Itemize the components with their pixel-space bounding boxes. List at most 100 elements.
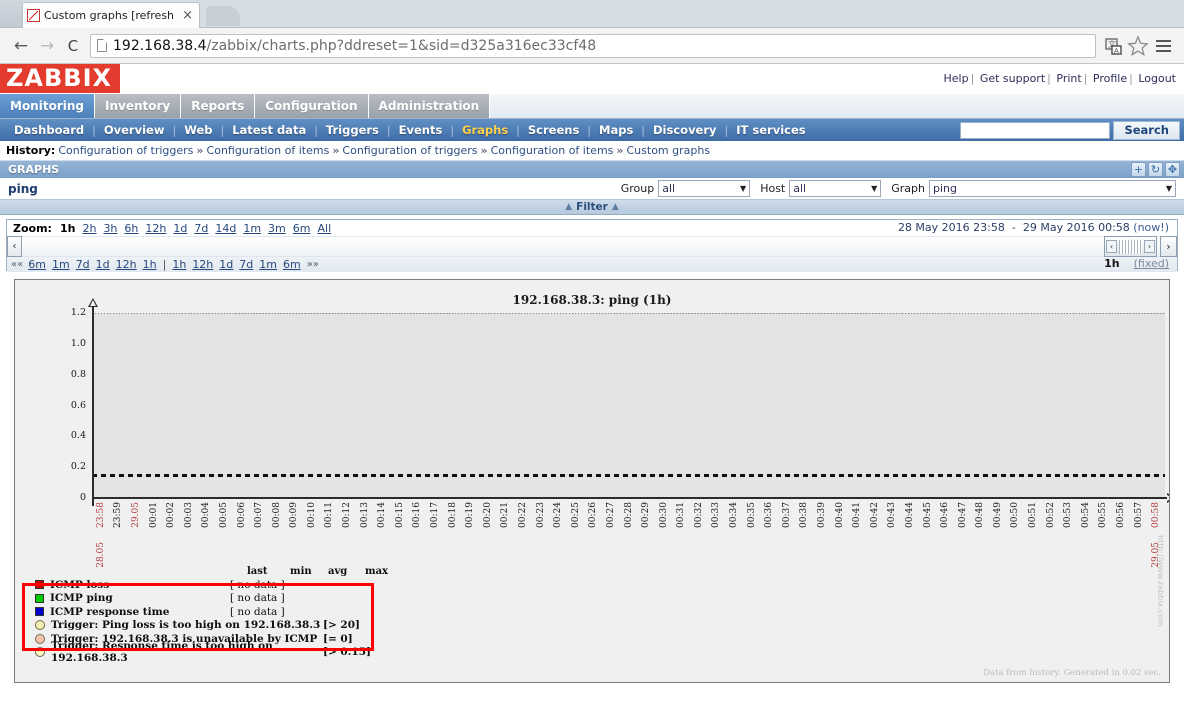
main-menu-item-configuration[interactable]: Configuration bbox=[255, 94, 369, 118]
zoom-option-7d[interactable]: 7d bbox=[194, 222, 208, 235]
zoom-option-6m[interactable]: 6m bbox=[293, 222, 311, 235]
link-profile[interactable]: Profile bbox=[1093, 72, 1127, 85]
nav-back-1m[interactable]: 1m bbox=[52, 258, 70, 271]
graph-select[interactable]: ping ▼ bbox=[929, 180, 1176, 197]
handle-left-button[interactable]: ‹ bbox=[1106, 240, 1117, 253]
time-range-display: 28 May 2016 23:58 - 29 May 2016 00:58 (n… bbox=[898, 221, 1169, 234]
breadcrumb-item-1[interactable]: Configuration of items bbox=[207, 144, 330, 157]
link-print[interactable]: Print bbox=[1056, 72, 1081, 85]
nav-fwd-1d[interactable]: 1d bbox=[219, 258, 233, 271]
handle-grip[interactable] bbox=[1119, 239, 1142, 254]
new-tab-button[interactable] bbox=[206, 6, 240, 26]
nav-back-1h[interactable]: 1h bbox=[143, 258, 157, 271]
zoom-option-3h[interactable]: 3h bbox=[103, 222, 117, 235]
translate-icon[interactable]: 文 A bbox=[1102, 34, 1126, 58]
x-tick-label: 00:42 bbox=[869, 502, 880, 528]
nav-fwd-7d[interactable]: 7d bbox=[239, 258, 253, 271]
sub-menu-item-events[interactable]: Events bbox=[391, 123, 451, 137]
x-axis bbox=[92, 497, 1169, 499]
handle-right-button[interactable]: › bbox=[1144, 240, 1155, 253]
main-menu-item-monitoring[interactable]: Monitoring bbox=[0, 94, 95, 118]
search-button[interactable]: Search bbox=[1113, 121, 1180, 140]
breadcrumb-item-0[interactable]: Configuration of triggers bbox=[58, 144, 193, 157]
main-menu-item-inventory[interactable]: Inventory bbox=[95, 94, 182, 118]
back-icon[interactable]: ← bbox=[8, 33, 34, 59]
x-tick-label: 00:47 bbox=[957, 502, 968, 528]
breadcrumb-item-3[interactable]: Configuration of items bbox=[491, 144, 614, 157]
search-input[interactable] bbox=[960, 122, 1111, 139]
sub-menu-item-latest-data[interactable]: Latest data bbox=[224, 123, 314, 137]
legend-series-name: ICMP ping bbox=[50, 592, 113, 605]
nav-fwd-6m[interactable]: 6m bbox=[283, 258, 301, 271]
refresh-icon[interactable]: ↻ bbox=[1148, 162, 1163, 177]
nav-back-6m[interactable]: 6m bbox=[28, 258, 46, 271]
breadcrumb-sep: » bbox=[616, 144, 624, 157]
x-tick-label: 00:18 bbox=[447, 502, 458, 528]
browser-menu-icon[interactable] bbox=[1150, 33, 1176, 59]
nav-fwd-12h[interactable]: 12h bbox=[192, 258, 213, 271]
legend-series-value: [ no data ] bbox=[230, 578, 285, 591]
close-icon[interactable]: × bbox=[180, 9, 195, 22]
nav-fwd-1h[interactable]: 1h bbox=[172, 258, 186, 271]
sub-menu-item-dashboard[interactable]: Dashboard bbox=[6, 123, 92, 137]
reload-icon[interactable]: C bbox=[60, 33, 86, 59]
zoom-option-1h[interactable]: 1h bbox=[60, 222, 76, 235]
host-select[interactable]: all ▼ bbox=[789, 180, 882, 197]
fixed-toggle-link[interactable]: (fixed) bbox=[1134, 257, 1169, 270]
trigger-condition: [= 0] bbox=[323, 632, 353, 645]
zoom-option-3m[interactable]: 3m bbox=[268, 222, 286, 235]
slider-scroll-left-button[interactable]: ‹ bbox=[7, 236, 22, 257]
y-tick-label: 0.8 bbox=[70, 368, 86, 380]
y-tick-label: 0 bbox=[79, 492, 86, 503]
group-select[interactable]: all ▼ bbox=[658, 180, 751, 197]
browser-tab[interactable]: Custom graphs [refresh × bbox=[22, 2, 200, 28]
zoom-option-1d[interactable]: 1d bbox=[173, 222, 187, 235]
now-link[interactable]: (now!) bbox=[1133, 221, 1169, 234]
link-help[interactable]: Help bbox=[944, 72, 969, 85]
sub-menu-item-overview[interactable]: Overview bbox=[96, 123, 173, 137]
slider-scroll-right-button[interactable]: › bbox=[1160, 236, 1177, 257]
zoom-option-12h[interactable]: 12h bbox=[145, 222, 166, 235]
sub-menu-item-screens[interactable]: Screens bbox=[520, 123, 587, 137]
main-menu-item-administration[interactable]: Administration bbox=[368, 94, 491, 118]
bookmark-star-icon[interactable] bbox=[1126, 34, 1150, 58]
sub-menu-item-graphs[interactable]: Graphs bbox=[454, 123, 516, 137]
link-logout[interactable]: Logout bbox=[1138, 72, 1176, 85]
zoom-option-14d[interactable]: 14d bbox=[215, 222, 236, 235]
link-get-support[interactable]: Get support bbox=[980, 72, 1045, 85]
legend-color-swatch bbox=[35, 607, 44, 617]
address-bar[interactable]: 192.168.38.4/zabbix/charts.php?ddreset=1… bbox=[90, 33, 1096, 58]
x-tick-label: 00:08 bbox=[271, 502, 282, 528]
sub-menu-item-web[interactable]: Web bbox=[176, 123, 220, 137]
sub-menu-item-triggers[interactable]: Triggers bbox=[318, 123, 387, 137]
nav-prev-arrows[interactable]: «« bbox=[11, 259, 23, 270]
nav-back-7d[interactable]: 7d bbox=[76, 258, 90, 271]
zoom-option-6h[interactable]: 6h bbox=[124, 222, 138, 235]
sub-menu-item-maps[interactable]: Maps bbox=[591, 123, 641, 137]
nav-back-12h[interactable]: 12h bbox=[116, 258, 137, 271]
x-tick-label: 00:50 bbox=[1010, 502, 1021, 528]
nav-fwd-1m[interactable]: 1m bbox=[259, 258, 277, 271]
x-tick-label: 00:21 bbox=[500, 502, 511, 528]
x-tick-label: 00:16 bbox=[412, 502, 423, 528]
nav-next-arrows[interactable]: »» bbox=[307, 259, 319, 270]
fullscreen-icon[interactable]: ✥ bbox=[1165, 162, 1180, 177]
breadcrumb-item-4[interactable]: Custom graphs bbox=[627, 144, 711, 157]
breadcrumb-item-2[interactable]: Configuration of triggers bbox=[342, 144, 477, 157]
forward-icon[interactable]: → bbox=[34, 33, 60, 59]
filter-toggle[interactable]: ▲ Filter ▲ bbox=[0, 200, 1184, 215]
plus-icon[interactable]: + bbox=[1131, 162, 1146, 177]
breadcrumb-sep: » bbox=[332, 144, 340, 157]
sub-menu-item-it-services[interactable]: IT services bbox=[728, 123, 813, 137]
zoom-option-2h[interactable]: 2h bbox=[82, 222, 96, 235]
time-slider-handle[interactable]: ‹ › bbox=[1104, 236, 1157, 257]
main-menu-item-reports[interactable]: Reports bbox=[181, 94, 256, 118]
zoom-option-1m[interactable]: 1m bbox=[243, 222, 261, 235]
nav-back-1d[interactable]: 1d bbox=[96, 258, 110, 271]
time-slider-track[interactable]: ‹ ‹ › › bbox=[7, 236, 1177, 257]
sub-menu-item-discovery[interactable]: Discovery bbox=[645, 123, 725, 137]
plot-area[interactable] bbox=[92, 313, 1165, 498]
page-info-icon[interactable] bbox=[97, 39, 107, 52]
zoom-option-all[interactable]: All bbox=[317, 222, 331, 235]
legend-series-value: [ no data ] bbox=[230, 592, 285, 605]
